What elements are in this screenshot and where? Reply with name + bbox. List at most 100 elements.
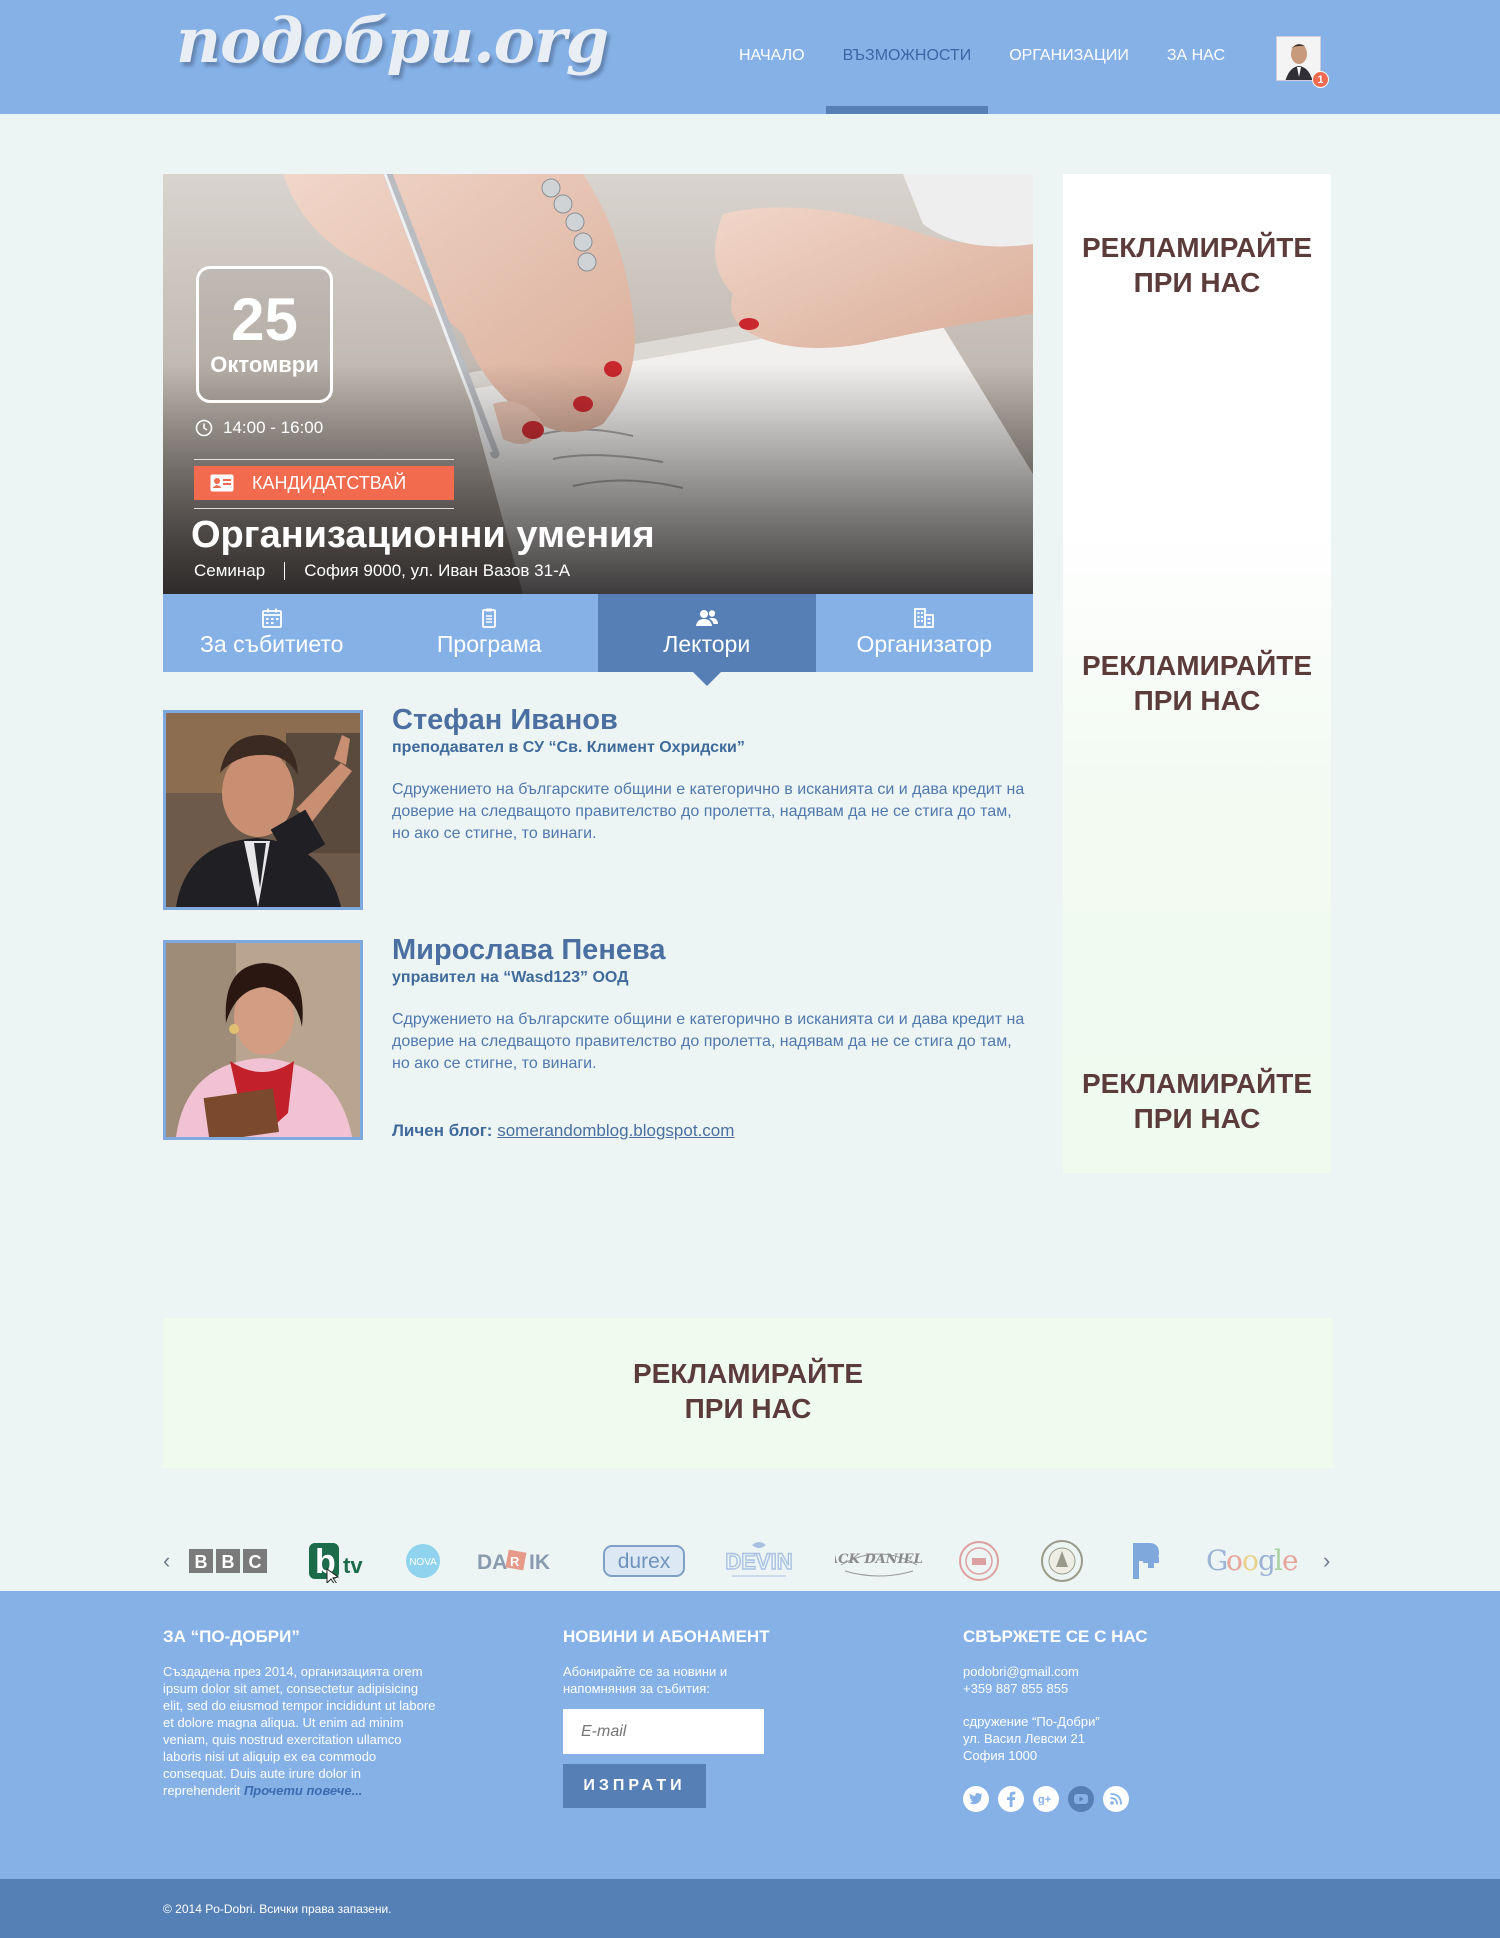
social-links: g+ bbox=[963, 1786, 1243, 1812]
rss-icon[interactable] bbox=[1103, 1786, 1129, 1812]
partner-logo-pharmacy[interactable] bbox=[1123, 1536, 1167, 1586]
partner-logo-seal-2[interactable] bbox=[1039, 1536, 1085, 1586]
bottom-ad[interactable]: РЕКЛАМИРАЙТЕ ПРИ НАС bbox=[163, 1318, 1333, 1468]
facebook-icon[interactable] bbox=[998, 1786, 1024, 1812]
svg-text:DA: DA bbox=[477, 1551, 507, 1574]
building-icon bbox=[914, 608, 935, 628]
svg-text:R: R bbox=[510, 1554, 520, 1569]
email-input[interactable] bbox=[563, 1709, 764, 1754]
tab-organizer[interactable]: Организатор bbox=[816, 594, 1034, 672]
ad-banner[interactable]: РЕКЛАМИРАЙТЕ ПРИ НАС bbox=[1063, 230, 1331, 300]
blog-label: Личен блог: bbox=[392, 1121, 493, 1140]
ad-banner[interactable]: РЕКЛАМИРАЙТЕ ПРИ НАС bbox=[1063, 648, 1331, 718]
youtube-icon[interactable] bbox=[1068, 1786, 1094, 1812]
footer-contact: СВЪРЖЕТЕ СЕ С НАС podobri@gmail.com +359… bbox=[963, 1627, 1243, 1812]
sidebar-ad[interactable]: РЕКЛАМИРАЙТЕ ПРИ НАС РЕКЛАМИРАЙТЕ ПРИ НА… bbox=[1063, 174, 1331, 1173]
clock-icon bbox=[195, 419, 213, 437]
partner-logo-bbc[interactable]: BBC bbox=[188, 1536, 268, 1586]
event-day: 25 bbox=[231, 286, 298, 353]
lecturer-blog: Личен блог: somerandomblog.blogspot.com bbox=[392, 1121, 734, 1141]
ad-line-2: ПРИ НАС bbox=[1133, 1103, 1261, 1134]
apply-button[interactable]: КАНДИДАТСТВАЙ bbox=[194, 466, 454, 500]
event-address: София 9000, ул. Иван Вазов 31-А bbox=[304, 561, 571, 580]
ad-line-2: ПРИ НАС bbox=[1133, 267, 1261, 298]
partner-logo-btv[interactable]: b tv bbox=[303, 1536, 373, 1586]
twitter-icon[interactable] bbox=[963, 1786, 989, 1812]
ad-line-1: РЕКЛАМИРАЙТЕ bbox=[632, 1358, 864, 1389]
notification-badge[interactable]: 1 bbox=[1312, 71, 1329, 88]
nav-item-home[interactable]: НАЧАЛО bbox=[720, 0, 824, 114]
contact-email[interactable]: podobri@gmail.com bbox=[963, 1663, 1243, 1680]
footer-news-title: НОВИНИ И АБОНАМЕНТ bbox=[563, 1627, 770, 1646]
tab-organizer-label: Организатор bbox=[856, 631, 993, 657]
send-button[interactable]: ИЗПРАТИ bbox=[563, 1764, 706, 1808]
site-footer: ЗА “ПО-ДОБРИ” Създадена през 2014, орган… bbox=[0, 1591, 1500, 1879]
svg-text:e: e bbox=[1282, 1544, 1298, 1577]
tab-lecturers[interactable]: Лектори bbox=[598, 594, 816, 686]
partner-logo-darik[interactable]: DA R IK bbox=[476, 1536, 566, 1586]
event-time: 14:00 - 16:00 bbox=[195, 418, 323, 438]
contact-org: сдружение “По-Добри” bbox=[963, 1714, 1100, 1729]
svg-text:JACK DANIEL'S: JACK DANIEL'S bbox=[835, 1552, 923, 1567]
site-logo[interactable]: подобри.org bbox=[176, 4, 609, 77]
calendar-icon bbox=[261, 608, 282, 628]
copyright-bar: © 2014 Po-Dobri. Всички права запазени. bbox=[0, 1879, 1500, 1938]
people-icon bbox=[695, 610, 718, 626]
ad-banner[interactable]: РЕКЛАМИРАЙТЕ ПРИ НАС bbox=[163, 1356, 1333, 1426]
partner-logo-devin[interactable]: DEVIN bbox=[724, 1536, 794, 1586]
event-date-box: 25 Октомври bbox=[196, 266, 333, 403]
ad-banner[interactable]: РЕКЛАМИРАЙТЕ ПРИ НАС bbox=[1063, 1066, 1331, 1136]
tab-program[interactable]: Програма bbox=[381, 594, 599, 672]
tab-program-label: Програма bbox=[436, 631, 542, 657]
partner-logo-nova[interactable]: NOVA bbox=[403, 1536, 443, 1586]
footer-about-title: ЗА “ПО-ДОБРИ” bbox=[163, 1627, 300, 1646]
clipboard-icon bbox=[482, 608, 497, 628]
copyright-text: © 2014 Po-Dobri. Всички права запазени. bbox=[163, 1902, 392, 1916]
apply-button-label: КАНДИДАТСТВАЙ bbox=[252, 472, 407, 493]
event-title: Организационни умения bbox=[191, 514, 655, 556]
partner-logo-durex[interactable]: durex bbox=[603, 1536, 685, 1586]
svg-text:B: B bbox=[222, 1552, 235, 1572]
ad-line-2: ПРИ НАС bbox=[684, 1393, 812, 1424]
site-header: подобри.org НАЧАЛО ВЪЗМОЖНОСТИ ОРГАНИЗАЦ… bbox=[0, 0, 1500, 114]
carousel-prev-arrow[interactable]: ‹ bbox=[163, 1548, 170, 1574]
google-plus-icon[interactable]: g+ bbox=[1033, 1786, 1059, 1812]
svg-text:DEVIN: DEVIN bbox=[725, 1549, 792, 1574]
tab-about-event[interactable]: За събитието bbox=[163, 594, 381, 672]
blog-link[interactable]: somerandomblog.blogspot.com bbox=[497, 1121, 734, 1140]
partner-logo-google[interactable]: Google bbox=[1206, 1536, 1298, 1586]
svg-text:C: C bbox=[249, 1552, 262, 1572]
lecturer-role: преподавател в СУ “Св. Климент Охридски” bbox=[392, 739, 745, 756]
event-time-text: 14:00 - 16:00 bbox=[223, 418, 324, 437]
tab-lecturers-label: Лектори bbox=[663, 631, 751, 657]
lecturer-photo bbox=[163, 940, 363, 1140]
footer-contact-title: СВЪРЖЕТЕ СЕ С НАС bbox=[963, 1627, 1148, 1646]
ad-line-1: РЕКЛАМИРАЙТЕ bbox=[1081, 650, 1313, 681]
nav-item-opportunities[interactable]: ВЪЗМОЖНОСТИ bbox=[824, 0, 991, 114]
contact-phone: +359 887 855 855 bbox=[963, 1681, 1069, 1696]
event-hero: 25 Октомври 14:00 - 16:00 КАНДИДАТСТВАЙ … bbox=[163, 174, 1033, 594]
lecturer-name: Мирослава Пенева bbox=[392, 934, 666, 966]
read-more-link[interactable]: Прочети повече... bbox=[244, 1783, 362, 1798]
partner-logo-jack-daniels[interactable]: JACK DANIEL'S bbox=[835, 1536, 923, 1586]
contact-city: София 1000 bbox=[963, 1748, 1038, 1763]
nav-item-organizations[interactable]: ОРГАНИЗАЦИИ bbox=[990, 0, 1148, 114]
ad-line-1: РЕКЛАМИРАЙТЕ bbox=[1081, 1068, 1313, 1099]
contact-street: ул. Васил Левски 21 bbox=[963, 1731, 1085, 1746]
meta-separator bbox=[284, 562, 286, 580]
footer-newsletter: НОВИНИ И АБОНАМЕНТ Абонирайте се за нови… bbox=[563, 1627, 823, 1808]
event-type: Семинар bbox=[194, 561, 266, 580]
partners-carousel: ‹ BBC btv NOVA DARIK durex DEVIN JACK DA… bbox=[163, 1536, 1333, 1586]
svg-text:o: o bbox=[1242, 1544, 1259, 1577]
carousel-next-arrow[interactable]: › bbox=[1323, 1548, 1330, 1574]
footer-about: ЗА “ПО-ДОБРИ” Създадена през 2014, орган… bbox=[163, 1627, 438, 1799]
nav-item-about[interactable]: ЗА НАС bbox=[1148, 0, 1244, 114]
svg-text:durex: durex bbox=[618, 1550, 671, 1573]
footer-about-text: Създадена през 2014, организацията orem … bbox=[163, 1664, 436, 1798]
lecturer-bio: Сдружението на българските общини е кате… bbox=[392, 1011, 1025, 1072]
svg-text:tv: tv bbox=[343, 1553, 363, 1578]
event-meta: Семинар София 9000, ул. Иван Вазов 31-А bbox=[194, 561, 570, 581]
ad-line-2: ПРИ НАС bbox=[1133, 685, 1261, 716]
main-nav: НАЧАЛО ВЪЗМОЖНОСТИ ОРГАНИЗАЦИИ ЗА НАС bbox=[720, 0, 1244, 114]
partner-logo-seal-1[interactable] bbox=[956, 1536, 1002, 1586]
